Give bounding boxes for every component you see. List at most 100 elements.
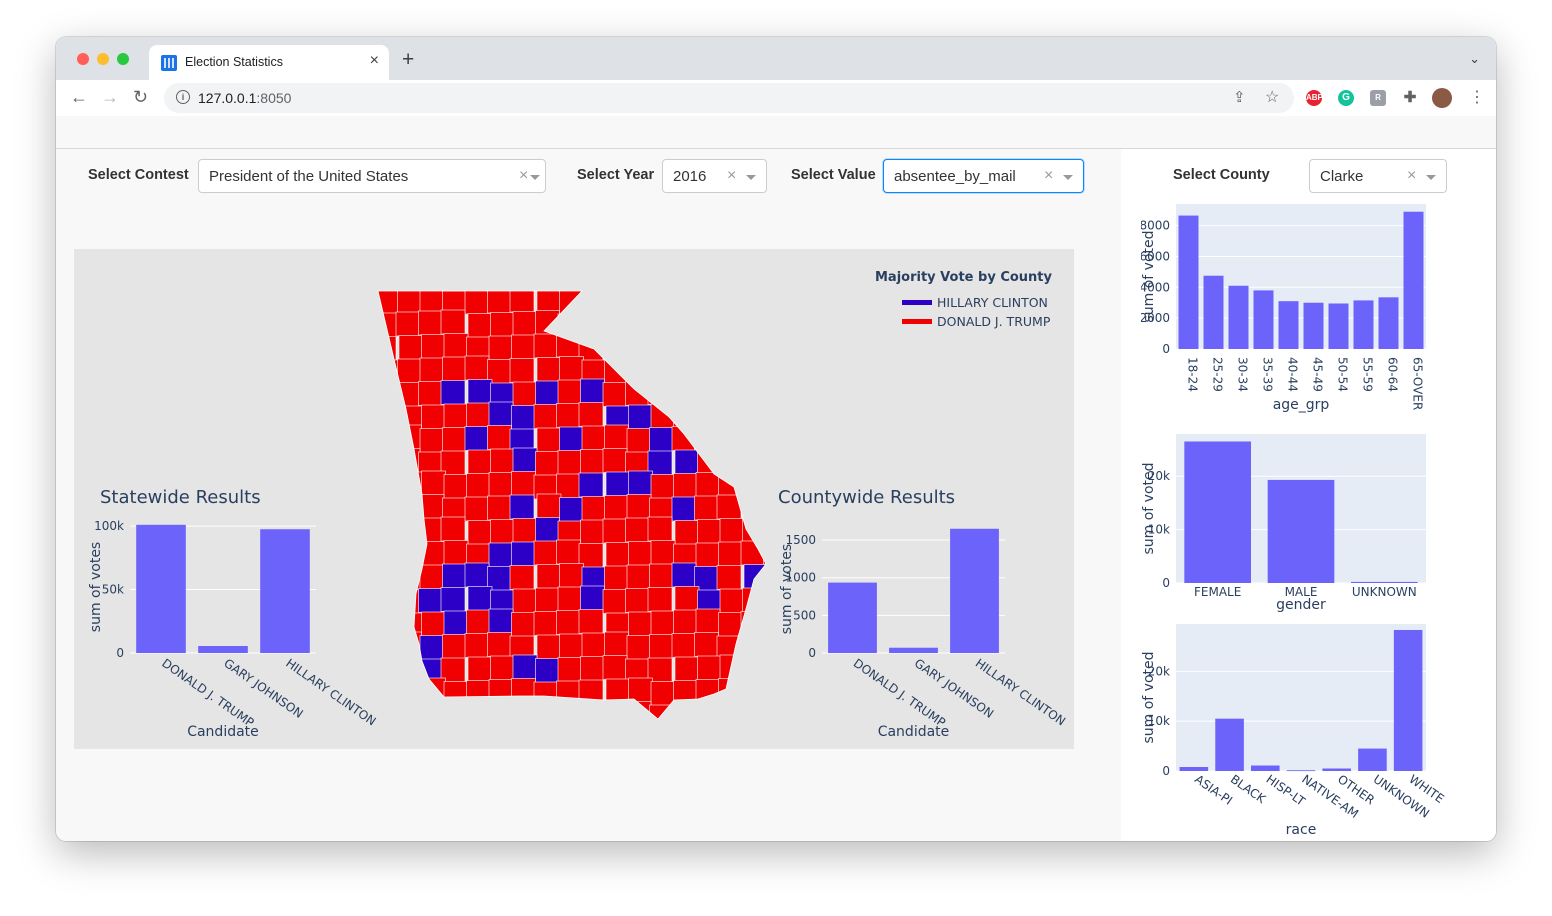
county[interactable] <box>535 517 560 542</box>
county[interactable] <box>443 333 469 358</box>
county[interactable] <box>512 518 538 543</box>
puzzle-icon[interactable]: ✚ <box>1402 90 1418 106</box>
legend-item-trump[interactable]: DONALD J. TRUMP <box>937 314 1051 329</box>
county[interactable] <box>580 519 605 545</box>
county[interactable] <box>626 635 652 660</box>
county[interactable] <box>625 517 650 543</box>
county[interactable] <box>697 519 722 544</box>
bar[interactable] <box>1378 297 1399 349</box>
county[interactable] <box>512 588 538 614</box>
county[interactable] <box>557 657 583 682</box>
race-chart[interactable]: 010k20kASIA-PIBLACKHISP-LTNATIVE-AMOTHER… <box>1141 621 1471 841</box>
county[interactable] <box>650 681 676 706</box>
map-figure[interactable]: Majority Vote by County HILLARY CLINTON … <box>74 249 1074 749</box>
county[interactable] <box>628 611 653 637</box>
county[interactable] <box>535 587 560 613</box>
county[interactable] <box>418 310 443 336</box>
bookmark-star-icon[interactable]: ☆ <box>1265 87 1279 107</box>
clear-icon[interactable]: × <box>727 167 736 185</box>
county[interactable] <box>488 608 514 634</box>
county[interactable] <box>626 564 652 590</box>
county[interactable] <box>649 427 674 452</box>
county[interactable] <box>557 586 583 612</box>
county[interactable] <box>533 333 559 359</box>
menu-icon[interactable]: ⋮ <box>1469 87 1485 107</box>
county[interactable] <box>419 428 445 453</box>
county[interactable] <box>605 542 631 567</box>
county[interactable] <box>490 519 515 544</box>
bar[interactable] <box>950 528 999 653</box>
county[interactable] <box>605 471 631 497</box>
caret-down-icon[interactable] <box>1063 175 1073 180</box>
county[interactable] <box>716 565 742 590</box>
reload-icon[interactable]: ↻ <box>133 87 148 108</box>
bar[interactable] <box>1267 479 1335 583</box>
county[interactable] <box>557 379 583 405</box>
county[interactable] <box>628 404 653 430</box>
county[interactable] <box>674 520 700 545</box>
county[interactable] <box>580 449 605 474</box>
extension-icon[interactable]: R <box>1370 90 1386 106</box>
county[interactable] <box>559 356 584 381</box>
county[interactable] <box>536 427 562 453</box>
county[interactable] <box>464 496 490 522</box>
bar[interactable] <box>1178 215 1199 349</box>
county[interactable] <box>578 402 604 427</box>
info-icon[interactable]: i <box>176 90 190 104</box>
county[interactable] <box>580 585 605 611</box>
county[interactable] <box>604 424 629 450</box>
county[interactable] <box>533 404 559 429</box>
bar[interactable] <box>1203 275 1224 349</box>
county[interactable] <box>511 471 536 496</box>
county[interactable] <box>535 658 560 683</box>
county[interactable] <box>442 356 467 382</box>
url-text[interactable]: 127.0.0.1:8050 <box>198 90 291 106</box>
county[interactable] <box>509 494 535 520</box>
county[interactable] <box>556 403 581 428</box>
county[interactable] <box>398 335 424 360</box>
county[interactable] <box>536 357 562 382</box>
county[interactable] <box>674 586 700 611</box>
bar[interactable] <box>1251 765 1280 771</box>
grammarly-icon[interactable]: G <box>1338 90 1354 106</box>
bar[interactable] <box>260 529 310 653</box>
county[interactable] <box>440 587 466 612</box>
county[interactable] <box>535 380 560 406</box>
county[interactable] <box>464 290 490 315</box>
county[interactable] <box>650 610 676 636</box>
county[interactable] <box>421 611 446 637</box>
county[interactable] <box>464 633 490 658</box>
bar[interactable] <box>198 646 248 653</box>
county[interactable] <box>536 493 562 519</box>
county[interactable] <box>466 402 491 428</box>
county[interactable] <box>511 612 536 637</box>
county[interactable] <box>628 541 653 566</box>
maximize-window-button[interactable] <box>117 53 129 65</box>
county[interactable] <box>464 562 490 588</box>
county[interactable] <box>512 311 538 336</box>
county[interactable] <box>397 289 422 313</box>
county[interactable] <box>509 288 535 313</box>
county[interactable] <box>695 608 721 634</box>
county[interactable] <box>581 425 607 451</box>
county[interactable] <box>695 472 721 497</box>
county[interactable] <box>536 564 562 589</box>
county[interactable] <box>490 655 515 681</box>
county[interactable] <box>719 518 745 543</box>
caret-down-icon[interactable] <box>1426 175 1436 180</box>
county[interactable] <box>418 588 443 613</box>
county[interactable] <box>673 473 698 498</box>
county[interactable] <box>649 634 674 659</box>
county[interactable] <box>466 473 491 498</box>
county[interactable] <box>442 427 467 452</box>
county[interactable] <box>440 380 466 405</box>
county[interactable] <box>467 379 493 404</box>
county[interactable] <box>395 311 421 337</box>
county[interactable] <box>581 496 607 521</box>
county[interactable] <box>397 358 422 384</box>
county[interactable] <box>533 611 559 636</box>
county[interactable] <box>559 633 584 659</box>
county[interactable] <box>487 425 512 450</box>
county[interactable] <box>650 474 676 499</box>
county[interactable] <box>418 381 443 406</box>
